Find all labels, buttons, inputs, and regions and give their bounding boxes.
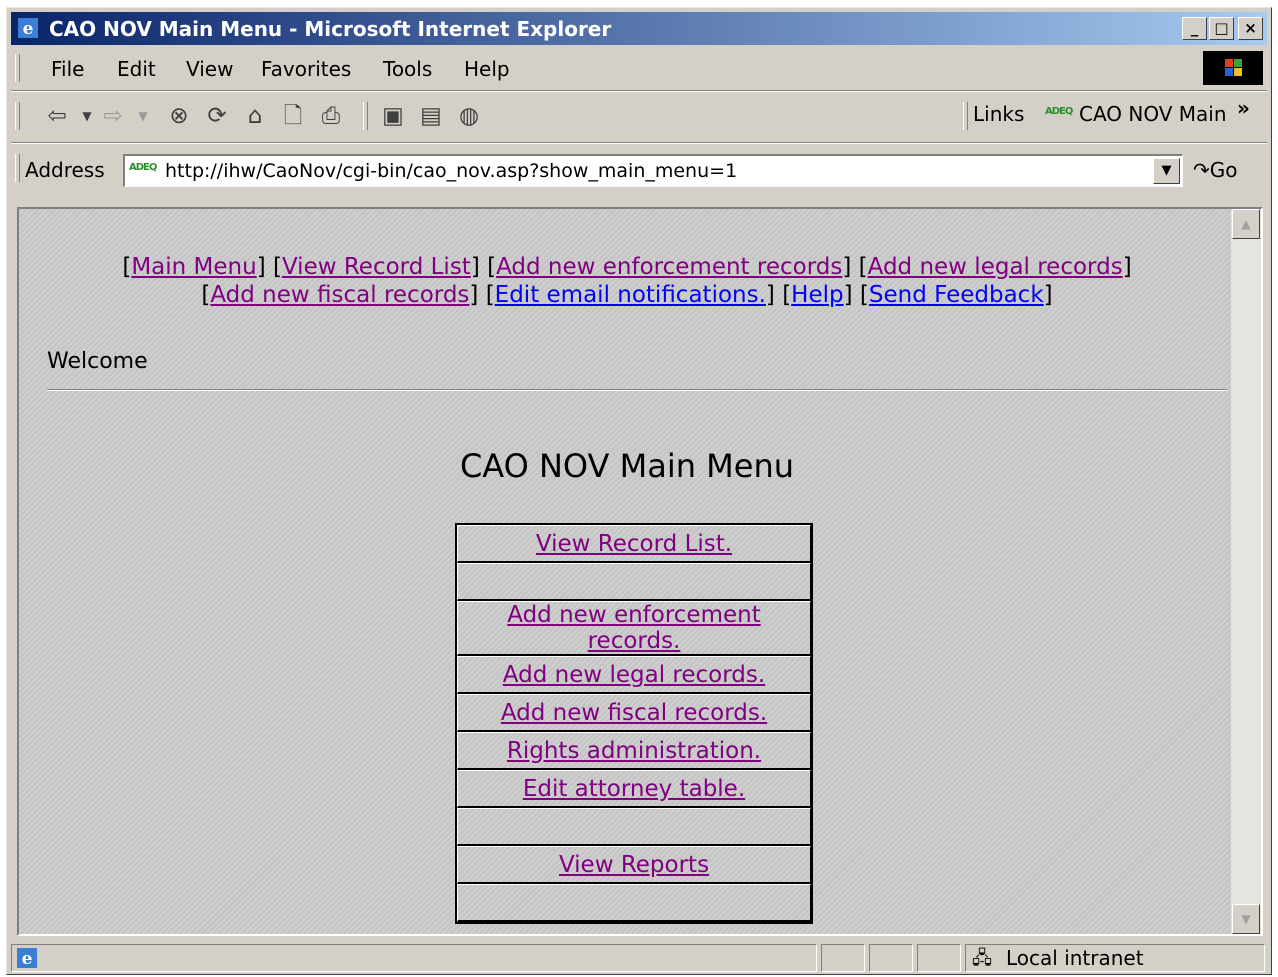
back-icon[interactable]: ⇦ [43,102,71,130]
go-button[interactable]: ↷Go [1193,158,1238,182]
go-arrow-icon: ↷ [1193,158,1210,182]
ie-logo-icon: e [18,18,38,39]
page-status-ie-icon: e [17,948,37,969]
address-label: Address [25,158,105,182]
scroll-up-icon[interactable]: ▲ [1232,209,1260,239]
menu-cell-empty [457,808,811,846]
back-dropdown-icon[interactable]: ▼ [73,102,101,130]
address-dropdown-icon[interactable]: ▼ [1153,158,1180,184]
forward-dropdown-icon[interactable]: ▼ [129,102,157,130]
menu-add-fiscal-link[interactable]: Add new fiscal records. [501,700,767,726]
zone-label: Local intranet [1006,946,1144,970]
refresh-icon[interactable]: ⟳ [203,102,231,130]
title-bar[interactable]: e CAO NOV Main Menu - Microsoft Internet… [11,12,1267,45]
menu-cell: Add new fiscal records. [457,694,811,732]
menu-favorites[interactable]: Favorites [261,57,351,81]
nav-view-record-list-link[interactable]: View Record List [282,254,471,280]
adeq-site-icon: ADEQ [1045,106,1073,117]
nav-links-row-2: [Add new fiscal records] [Edit email not… [201,282,1053,308]
menu-add-legal-link[interactable]: Add new legal records. [503,662,765,688]
menu-cell-empty [457,884,811,922]
status-bar: e 🖧 Local intranet [11,940,1267,974]
nav-send-feedback-link[interactable]: Send Feedback [869,282,1044,308]
stop-icon[interactable]: ⊗ [165,102,193,130]
links-grip[interactable] [963,102,968,130]
page-title: CAO NOV Main Menu [459,447,795,485]
svg-text:e: e [22,949,33,969]
welcome-text: Welcome [47,349,148,374]
page-content: [Main Menu] [View Record List] [Add new … [17,207,1263,936]
menu-tools[interactable]: Tools [383,57,432,81]
menu-cell: Rights administration. [457,732,811,770]
menu-file[interactable]: File [51,57,84,81]
nav-edit-email-link[interactable]: Edit email notifications. [495,282,766,308]
address-grip[interactable] [15,154,20,182]
menu-cell-empty [457,563,811,601]
toolbar-separator [363,102,368,130]
browser-window: e CAO NOV Main Menu - Microsoft Internet… [6,7,1272,975]
menu-add-enforcement-link[interactable]: Add new enforcement records. [507,602,760,654]
toolbar-grip[interactable] [15,102,20,130]
address-field[interactable]: ADEQ http://ihw/CaoNov/cgi-bin/cao_nov.a… [123,154,1183,187]
print-preview-icon[interactable]: 🗋 [279,102,307,130]
separator [11,142,1267,144]
menu-view[interactable]: View [186,57,233,81]
nav-add-fiscal-link[interactable]: Add new fiscal records [210,282,469,308]
folder-icon[interactable]: ▤ [417,102,445,130]
maximize-button[interactable]: □ [1209,17,1234,40]
nav-links-row-1: [Main Menu] [View Record List] [Add new … [122,254,1132,280]
menubar-grip[interactable] [15,54,20,82]
menu-edit[interactable]: Edit [117,57,156,81]
menu-cell: View Reports [457,846,811,884]
vertical-scrollbar[interactable]: ▲ ▼ [1231,209,1261,934]
status-zone-panel: 🖧 Local intranet [965,944,1265,972]
menu-cell: Add new enforcement records. [457,601,811,656]
minimize-button[interactable]: _ [1182,17,1207,40]
menu-view-reports-link[interactable]: View Reports [559,852,709,878]
go-label: Go [1209,158,1238,182]
windows-logo-icon [1203,51,1263,85]
nav-add-legal-link[interactable]: Add new legal records [868,254,1123,280]
window-icon[interactable]: ▣ [379,102,407,130]
status-main-panel: e [11,944,817,972]
horizontal-rule [47,389,1227,391]
menu-edit-attorney-link[interactable]: Edit attorney table. [523,776,745,802]
links-more-icon[interactable]: » [1237,96,1250,120]
page-favicon-icon: ADEQ [129,162,157,173]
window-title: CAO NOV Main Menu - Microsoft Internet E… [49,17,612,41]
menu-bar: File Edit View Favorites Tools Help [11,48,1267,88]
address-url[interactable]: http://ihw/CaoNov/cgi-bin/cao_nov.asp?sh… [165,160,737,182]
menu-view-record-list-link[interactable]: View Record List. [536,531,732,557]
local-intranet-icon: 🖧 [972,948,993,969]
main-menu-table: View Record List. Add new enforcement re… [455,523,813,924]
close-button[interactable]: × [1238,17,1263,40]
menu-cell: Edit attorney table. [457,770,811,808]
menu-cell: View Record List. [457,525,811,563]
menu-help[interactable]: Help [464,57,510,81]
link-cao-nov-main[interactable]: CAO NOV Main [1079,102,1227,126]
scroll-down-icon[interactable]: ▼ [1232,904,1260,934]
home-icon[interactable]: ⌂ [241,102,269,130]
status-panel [917,944,961,972]
svg-text:e: e [23,19,34,39]
globe-icon[interactable]: ◍ [455,102,483,130]
standard-toolbar: ⇦ ▼ ⇨ ▼ ⊗ ⟳ ⌂ 🗋 ⎙ ▣ ▤ ◍ Links ADEQ CAO N… [11,94,1267,138]
menu-rights-admin-link[interactable]: Rights administration. [507,738,761,764]
forward-icon[interactable]: ⇨ [99,102,127,130]
address-bar: Address ADEQ http://ihw/CaoNov/cgi-bin/c… [11,148,1267,192]
status-panel [869,944,913,972]
nav-main-menu-link[interactable]: Main Menu [131,254,256,280]
print-icon[interactable]: ⎙ [317,102,345,130]
links-label: Links [973,102,1025,126]
separator [11,90,1267,92]
menu-cell: Add new legal records. [457,656,811,694]
status-panel [821,944,865,972]
nav-add-enforcement-link[interactable]: Add new enforcement records [496,254,842,280]
nav-help-link[interactable]: Help [791,282,843,308]
